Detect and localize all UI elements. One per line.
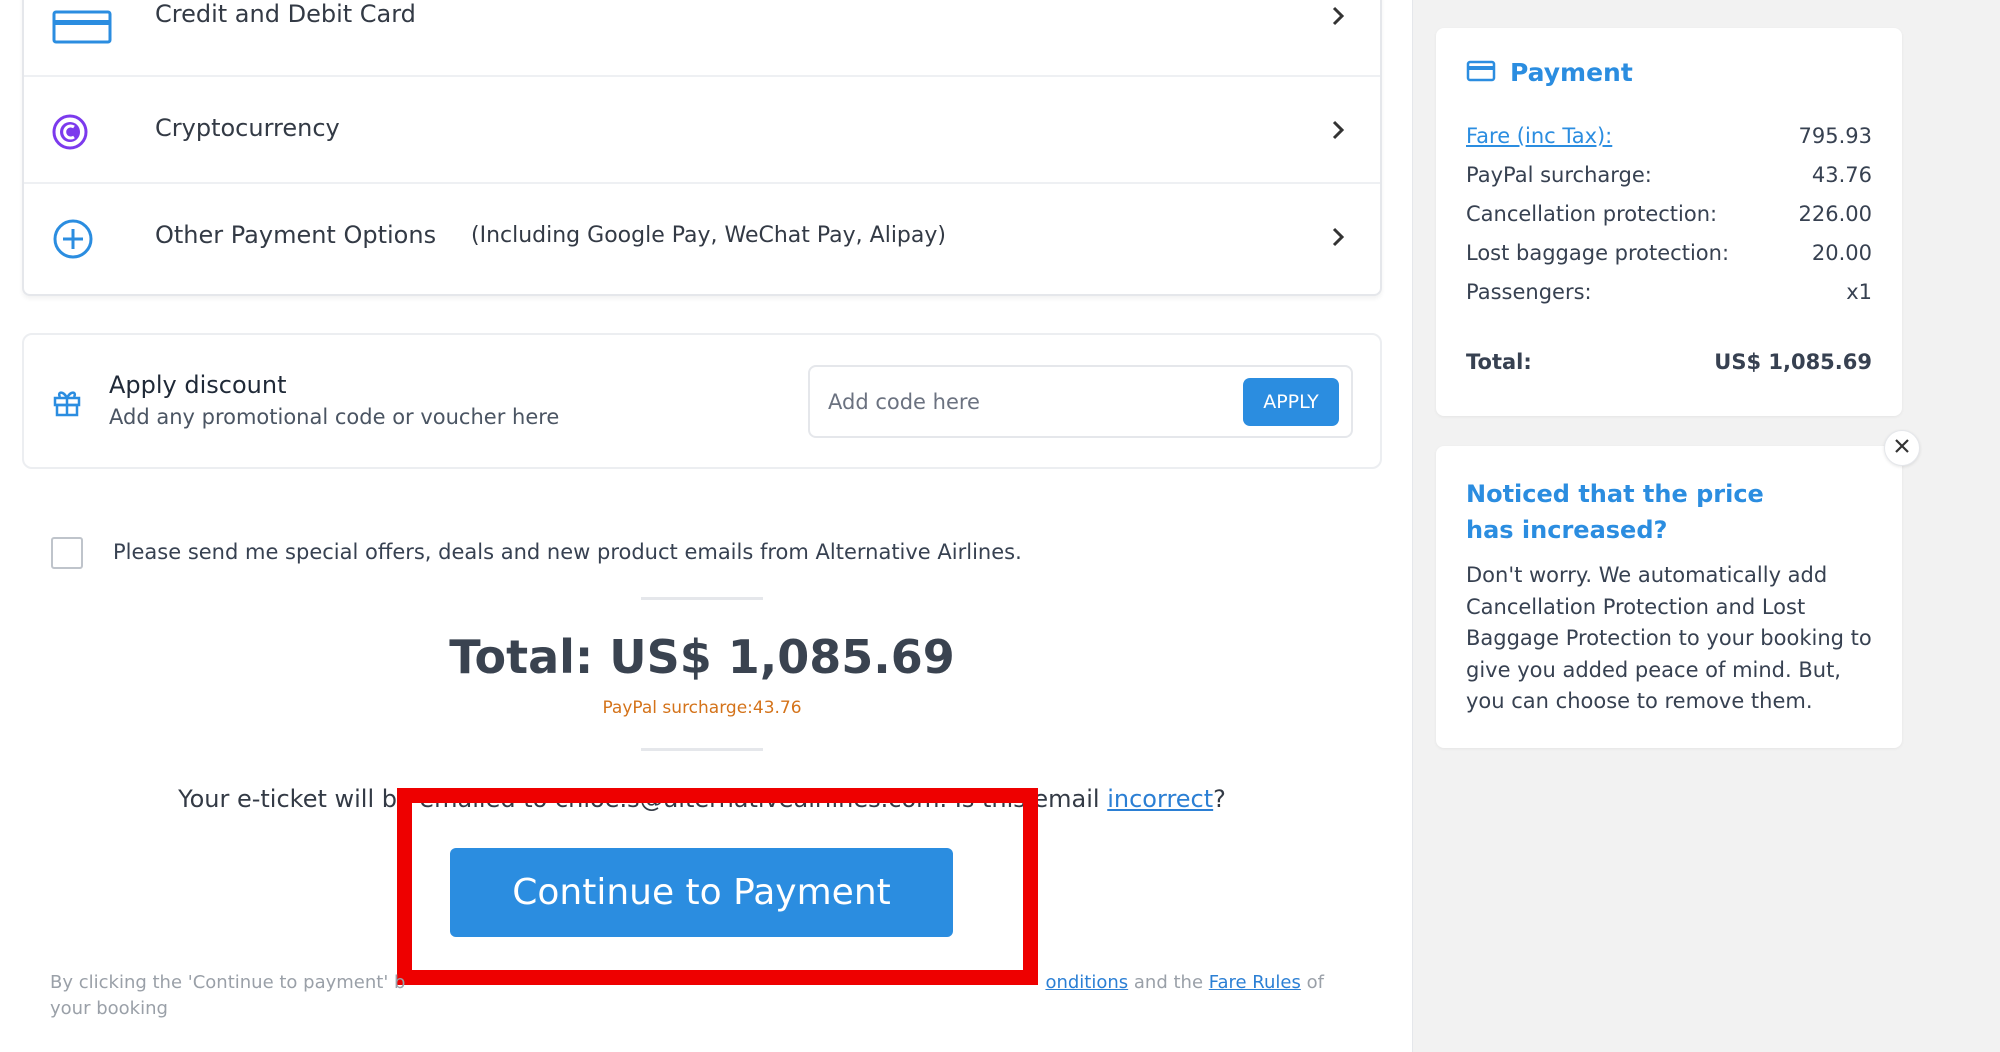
- summary-title: Payment: [1510, 58, 1633, 87]
- summary-row-baggage: Lost baggage protection: 20.00: [1466, 241, 1872, 265]
- gift-icon: [52, 387, 82, 421]
- payment-option-note: (Including Google Pay, WeChat Pay, Alipa…: [471, 223, 946, 248]
- discount-code-box: APPLY: [808, 365, 1353, 438]
- fare-rules-link[interactable]: Fare Rules: [1209, 972, 1301, 993]
- close-icon: [1894, 438, 1910, 458]
- summary-total-label: Total:: [1466, 350, 1532, 374]
- credit-card-icon: [1466, 60, 1496, 86]
- eticket-prefix: Your e-ticket w: [178, 785, 355, 813]
- summary-value: 43.76: [1811, 163, 1872, 187]
- discount-title: Apply discount: [109, 371, 287, 399]
- terms-prefix: By clicking the 'Continue to payment' b: [50, 972, 406, 993]
- summary-header: Payment: [1466, 58, 1633, 87]
- chevron-right-icon: [1326, 4, 1350, 28]
- summary-row-fare: Fare (inc Tax): 795.93: [1466, 124, 1872, 148]
- summary-value: x1: [1846, 280, 1872, 304]
- summary-row-surcharge: PayPal surcharge: 43.76: [1466, 163, 1872, 187]
- fare-link[interactable]: Fare (inc Tax):: [1466, 124, 1612, 148]
- close-notice-button[interactable]: [1884, 430, 1920, 466]
- apply-button[interactable]: APPLY: [1243, 378, 1339, 426]
- summary-label: Passengers:: [1466, 280, 1592, 304]
- plus-circle-icon: [52, 218, 112, 260]
- surcharge-note: PayPal surcharge:43.76: [602, 698, 802, 718]
- payment-option-card[interactable]: Credit and Debit Card: [24, 0, 1380, 77]
- terms-middle: and the: [1128, 972, 1209, 993]
- payment-option-other[interactable]: Other Payment Options (Including Google …: [24, 184, 1380, 291]
- marketing-optin-label: Please send me special offers, deals and…: [113, 540, 1022, 564]
- summary-total-value: US$ 1,085.69: [1714, 350, 1872, 374]
- highlight-box: [397, 788, 1038, 985]
- chevron-right-icon: [1326, 225, 1350, 249]
- discount-code-input[interactable]: [828, 385, 1208, 419]
- payment-option-crypto[interactable]: Cryptocurrency: [24, 77, 1380, 184]
- summary-row-passengers: Passengers: x1: [1466, 280, 1872, 304]
- chevron-right-icon: [1326, 118, 1350, 142]
- terms-notice: By clicking the 'Continue to payment' b o…: [50, 970, 1340, 1022]
- divider: [641, 597, 763, 600]
- payment-options-card: Credit and Debit Card Cryptocurrency Oth…: [22, 0, 1382, 296]
- total-amount: Total: US$ 1,085.69: [449, 630, 955, 684]
- terms-conditions-link[interactable]: onditions: [1045, 972, 1128, 993]
- discount-subtitle: Add any promotional code or voucher here: [109, 405, 560, 429]
- summary-label: PayPal surcharge:: [1466, 163, 1652, 187]
- incorrect-email-link[interactable]: incorrect: [1107, 785, 1213, 813]
- marketing-optin-checkbox[interactable]: [51, 537, 83, 569]
- summary-total: Total: US$ 1,085.69: [1466, 350, 1872, 374]
- payment-option-label: Other Payment Options: [155, 221, 437, 249]
- summary-value: 226.00: [1798, 202, 1872, 226]
- discount-card: Apply discount Add any promotional code …: [22, 333, 1382, 469]
- price-increase-notice: Noticed that the price has increased? Do…: [1436, 446, 1902, 748]
- summary-label: Cancellation protection:: [1466, 202, 1718, 226]
- notice-title: Noticed that the price has increased?: [1466, 480, 1764, 544]
- summary-row-cancellation: Cancellation protection: 226.00: [1466, 202, 1872, 226]
- crypto-coin-icon: [52, 114, 112, 150]
- divider: [641, 748, 763, 751]
- credit-card-icon: [52, 10, 112, 44]
- summary-label: Lost baggage protection:: [1466, 241, 1730, 265]
- payment-summary-card: Payment Fare (inc Tax): 795.93 PayPal su…: [1436, 28, 1902, 416]
- summary-value: 795.93: [1798, 124, 1872, 148]
- payment-option-label: Credit and Debit Card: [155, 0, 416, 28]
- notice-body: Don't worry. We automatically add Cancel…: [1466, 563, 1872, 713]
- eticket-end: ?: [1213, 785, 1226, 813]
- summary-value: 20.00: [1811, 241, 1872, 265]
- payment-option-label: Cryptocurrency: [155, 114, 340, 142]
